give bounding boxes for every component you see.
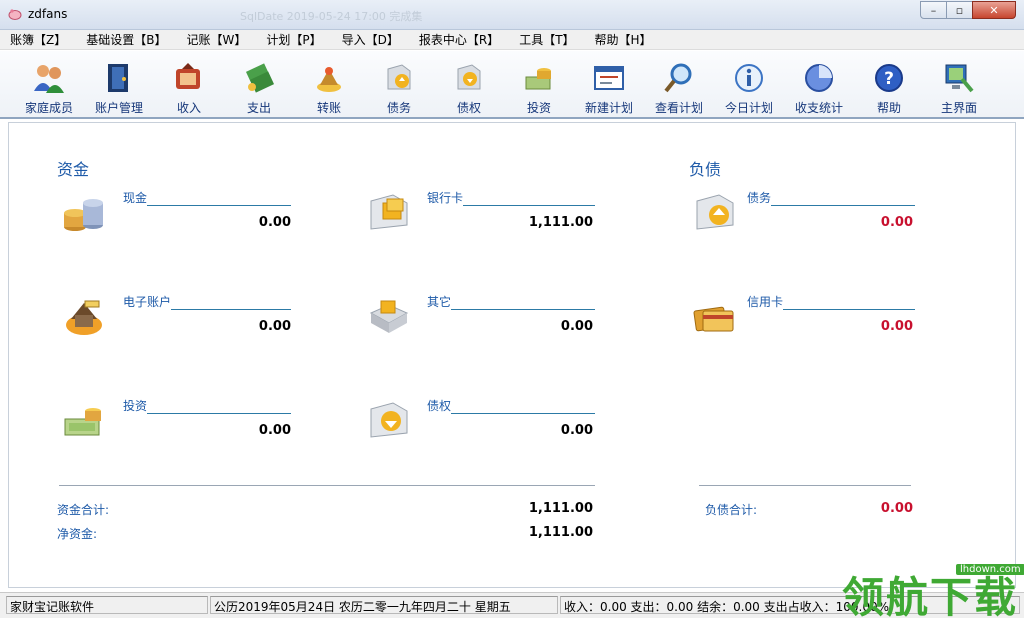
debt-icon <box>387 64 411 90</box>
watermark: 领航下载 lhdown.com <box>838 560 1024 618</box>
e-account-icon <box>66 300 102 335</box>
credit-card-underline <box>783 309 915 310</box>
creditor-folder-icon <box>370 402 408 438</box>
account-e-account[interactable]: 电子账户 0.00 <box>61 293 291 339</box>
net-assets-label: 净资金: <box>57 527 98 541</box>
view-plan-button[interactable]: 查看计划 <box>644 51 714 119</box>
app-pig-icon <box>8 9 22 20</box>
bank-card-underline <box>463 205 595 206</box>
investment-money-icon <box>64 408 101 436</box>
account-management-icon <box>108 64 128 92</box>
statistics-button[interactable]: 收支统计 <box>784 51 854 119</box>
family-members-icon <box>34 65 64 93</box>
account-management-button[interactable]: 账户管理 <box>84 51 154 119</box>
status-app-name: 家财宝记账软件 <box>6 596 208 614</box>
svg-text:?: ? <box>884 69 894 89</box>
investment-underline <box>147 413 291 414</box>
account-bank-card[interactable]: 银行卡 1,111.00 <box>365 189 595 235</box>
other-value: 0.00 <box>560 319 593 334</box>
maximize-button[interactable]: ▫ <box>946 1 973 19</box>
creditor-rights-value: 0.00 <box>560 423 593 438</box>
overview-panel: 资金 负债 现金 0.00 银行卡 1,111.00 债务 0.00 电子账户 … <box>8 122 1016 588</box>
assets-title: 资金 <box>57 160 90 179</box>
other-underline <box>451 309 595 310</box>
menu-tools[interactable]: 工具【T】 <box>519 31 574 48</box>
assets-divider <box>59 485 595 486</box>
main-interface-icon <box>945 64 974 93</box>
cash-underline <box>147 205 291 206</box>
account-other[interactable]: 其它 0.00 <box>365 293 595 339</box>
creditor-rights-underline <box>451 413 595 414</box>
e-account-underline <box>171 309 291 310</box>
cash-coins-icon <box>64 199 103 231</box>
help-icon: ? <box>875 64 903 92</box>
today-plan-button[interactable]: 今日计划 <box>714 51 784 119</box>
investment-icon <box>525 68 551 90</box>
main-interface-button[interactable]: 主界面 <box>924 51 994 119</box>
debt-button[interactable]: 债务 <box>364 51 434 119</box>
liabilities-total-label: 负债合计: <box>705 503 758 517</box>
account-cash[interactable]: 现金 0.00 <box>61 189 291 235</box>
minimize-button[interactable]: – <box>920 1 947 19</box>
background-window-title: SqlDate 2019-05-24 17:00 完成集 <box>240 10 423 23</box>
account-debt[interactable]: 债务 0.00 <box>691 189 917 235</box>
account-investment[interactable]: 投资 0.00 <box>61 397 291 443</box>
status-date: 公历2019年05月24日 农历二零一九年四月二十 星期五 <box>210 596 558 614</box>
income-button[interactable]: 收入 <box>154 51 224 119</box>
debt-underline <box>771 205 915 206</box>
window-title: zdfans <box>28 7 68 21</box>
close-button[interactable]: ✕ <box>972 1 1016 19</box>
bank-card-value: 1,111.00 <box>528 215 593 230</box>
view-plan-icon <box>664 63 692 93</box>
cash-value: 0.00 <box>258 215 291 230</box>
assets-total-label: 资金合计: <box>57 503 110 517</box>
liabilities-divider <box>699 485 911 486</box>
income-icon <box>176 63 200 89</box>
menu-bar: 账簿【Z】 基础设置【B】 记账【W】 计划【P】 导入【D】 报表中心【R】 … <box>0 30 1024 50</box>
expense-button[interactable]: 支出 <box>224 51 294 119</box>
investment-button[interactable]: 投资 <box>504 51 574 119</box>
credit-card-icon <box>693 306 734 332</box>
liabilities-title: 负债 <box>689 160 722 179</box>
other-icon <box>369 300 409 333</box>
account-creditor-rights[interactable]: 债权 0.00 <box>365 397 595 443</box>
account-credit-card[interactable]: 信用卡 0.00 <box>691 293 917 339</box>
expense-icon <box>245 63 275 93</box>
menu-basic-settings[interactable]: 基础设置【B】 <box>86 31 166 48</box>
creditor-rights-icon <box>457 64 481 90</box>
assets-total-value: 1,111.00 <box>528 501 593 516</box>
menu-import[interactable]: 导入【D】 <box>342 31 399 48</box>
debt-folder-icon <box>696 194 734 230</box>
transfer-button[interactable]: 转账 <box>294 51 364 119</box>
menu-plan[interactable]: 计划【P】 <box>266 31 321 48</box>
watermark-url: lhdown.com <box>956 564 1024 575</box>
today-plan-icon <box>735 64 763 92</box>
net-assets-value: 1,111.00 <box>528 525 593 540</box>
credit-card-value: 0.00 <box>880 319 913 334</box>
liabilities-total-value: 0.00 <box>880 501 913 516</box>
e-account-value: 0.00 <box>258 319 291 334</box>
title-bar: zdfans SqlDate 2019-05-24 17:00 完成集 – ▫ … <box>0 0 1024 30</box>
window-controls: – ▫ ✕ <box>920 1 1016 19</box>
debt-value: 0.00 <box>880 215 913 230</box>
menu-ledger[interactable]: 账簿【Z】 <box>10 31 66 48</box>
help-button[interactable]: ? 帮助 <box>854 51 924 119</box>
family-members-button[interactable]: 家庭成员 <box>14 51 84 119</box>
creditor-rights-button[interactable]: 债权 <box>434 51 504 119</box>
investment-value: 0.00 <box>258 423 291 438</box>
new-plan-icon <box>594 66 624 90</box>
menu-help[interactable]: 帮助【H】 <box>595 31 652 48</box>
menu-report-center[interactable]: 报表中心【R】 <box>419 31 499 48</box>
menu-bookkeeping[interactable]: 记账【W】 <box>186 31 246 48</box>
statistics-icon <box>805 64 833 92</box>
new-plan-button[interactable]: 新建计划 <box>574 51 644 119</box>
toolbar: 家庭成员 账户管理 收入 支出 转账 债务 债权 投资 新建计划 查看计划 今日… <box>0 51 1024 119</box>
bank-card-icon <box>370 194 408 230</box>
transfer-icon <box>317 67 341 92</box>
